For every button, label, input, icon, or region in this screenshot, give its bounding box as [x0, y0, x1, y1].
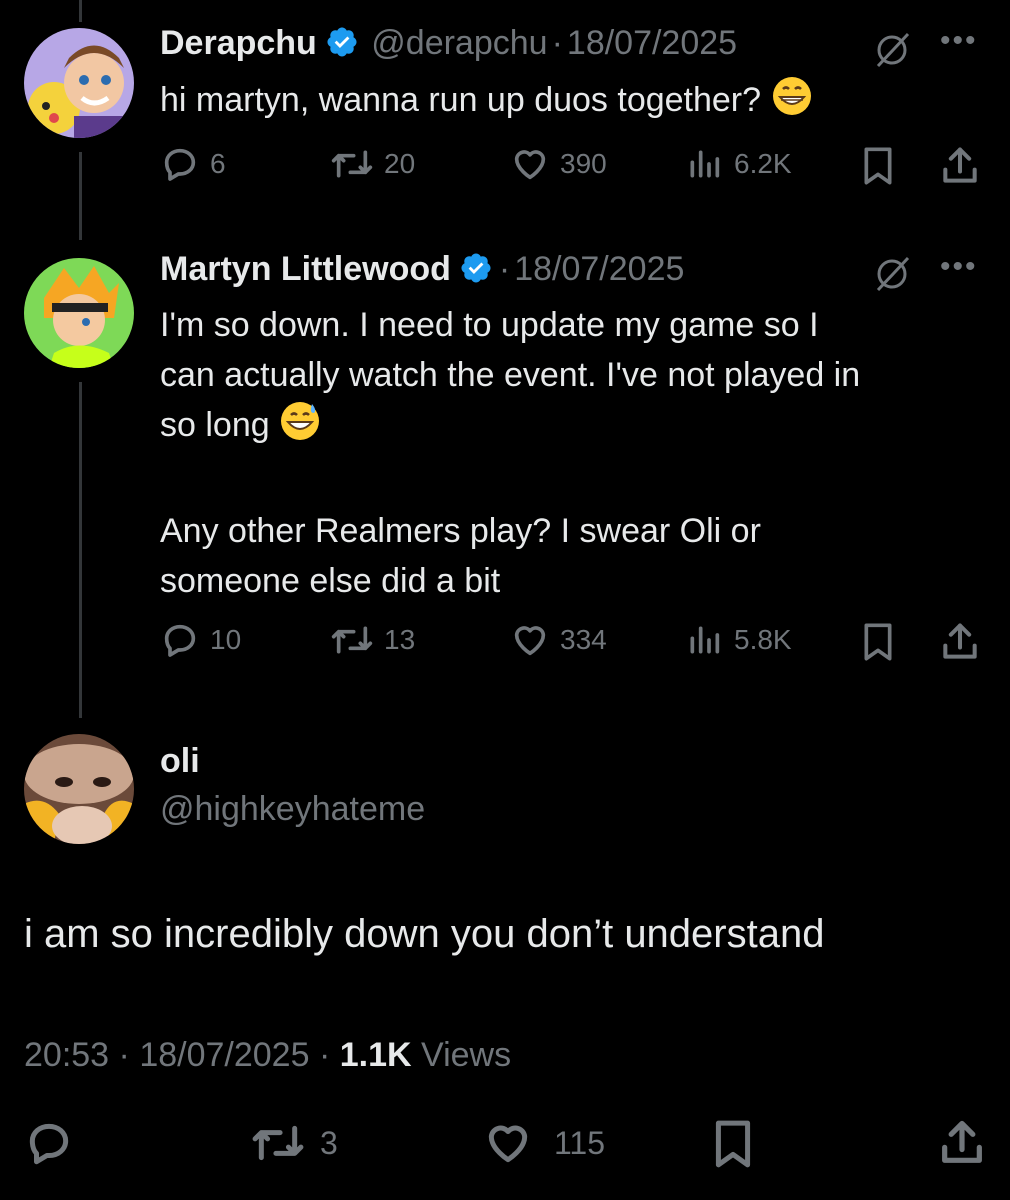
main-tweet-text: i am so incredibly down you don’t unders…	[24, 912, 825, 956]
bookmark-icon	[864, 623, 892, 661]
retweet-button[interactable]: 13	[330, 620, 415, 660]
views-count: 6.2K	[734, 148, 792, 179]
views-button[interactable]: 5.8K	[684, 620, 792, 660]
views-count: 5.8K	[734, 624, 792, 655]
grok-icon[interactable]	[872, 254, 912, 294]
like-count: 334	[560, 624, 607, 655]
reply-icon	[29, 1123, 69, 1165]
tweet-text: hi martyn, wanna run up duos together?	[160, 81, 762, 119]
like-button[interactable]: 115	[482, 1118, 605, 1168]
share-icon	[943, 623, 977, 659]
views-icon	[690, 150, 720, 178]
retweet-button[interactable]: 3	[250, 1118, 338, 1168]
verified-badge-icon	[461, 253, 491, 283]
author-name[interactable]: Derapchu	[160, 24, 317, 62]
heart-icon	[514, 626, 546, 656]
like-count: 115	[554, 1124, 606, 1161]
heart-icon	[514, 150, 546, 180]
tweet-text-line: can actually watch the event. I've not p…	[160, 356, 861, 394]
reply-button[interactable]: 10	[160, 620, 241, 660]
tweet-time[interactable]: 20:53	[24, 1036, 109, 1074]
retweet-button[interactable]: 20	[330, 144, 415, 184]
author-handle[interactable]: @derapchu	[371, 24, 547, 62]
share-icon	[943, 147, 977, 183]
tweet-2-header: Martyn Littlewood · 18/07/2025	[160, 250, 684, 289]
separator: ·	[118, 1036, 130, 1074]
tweet-date[interactable]: 18/07/2025	[139, 1036, 309, 1074]
like-count: 390	[560, 148, 607, 179]
tweet-text-line: I'm so down. I need to update my game so…	[160, 306, 819, 344]
share-button[interactable]	[938, 144, 982, 188]
share-button[interactable]	[938, 620, 982, 664]
bookmark-button[interactable]	[708, 1116, 758, 1172]
separator: ·	[318, 1036, 331, 1074]
more-options-icon[interactable]: •••	[940, 250, 978, 284]
retweet-count: 3	[320, 1124, 338, 1161]
tweet-date[interactable]: 18/07/2025	[567, 24, 737, 62]
avatar-derapchu[interactable]	[24, 28, 134, 138]
avatar-martyn[interactable]	[24, 258, 134, 368]
tweet-text-line: someone else did a bit	[160, 562, 501, 600]
main-tweet-meta: 20:53 · 18/07/2025 · 1.1K Views	[24, 1036, 511, 1075]
verified-badge-icon	[327, 27, 357, 57]
retweet-count: 13	[384, 624, 416, 655]
views-button[interactable]: 6.2K	[684, 144, 792, 184]
reply-count: 6	[210, 148, 226, 179]
author-name[interactable]: Martyn Littlewood	[160, 250, 451, 288]
main-author-handle[interactable]: @highkeyhateme	[160, 790, 425, 829]
retweet-icon	[252, 1125, 304, 1161]
bookmark-button[interactable]	[858, 144, 898, 188]
tweet-1-text: hi martyn, wanna run up duos together?	[160, 75, 813, 131]
sweat-smile-emoji	[279, 400, 321, 456]
views-label: Views	[421, 1036, 512, 1074]
like-button[interactable]: 390	[510, 144, 607, 184]
retweet-icon	[331, 150, 373, 178]
thread-line-2	[79, 382, 82, 718]
bookmark-icon	[715, 1120, 751, 1168]
views-count[interactable]: 1.1K	[340, 1036, 412, 1074]
tweet-text-line: Any other Realmers play? I swear Oli or	[160, 512, 761, 550]
bookmark-icon	[864, 147, 892, 185]
bookmark-button[interactable]	[858, 620, 898, 664]
main-author-name[interactable]: oli	[160, 742, 200, 781]
separator: ·	[498, 250, 511, 288]
avatar-oli[interactable]	[24, 734, 134, 844]
reply-icon	[164, 148, 196, 181]
tweet-date[interactable]: 18/07/2025	[514, 250, 684, 288]
tweet-2-text: I'm so down. I need to update my game so…	[160, 300, 860, 606]
retweet-count: 20	[384, 148, 416, 179]
share-icon	[942, 1120, 982, 1163]
like-button[interactable]: 334	[510, 620, 607, 660]
thread-line-1	[79, 152, 82, 240]
reply-button[interactable]: 6	[160, 144, 226, 184]
grok-icon[interactable]	[872, 30, 912, 70]
heart-icon	[488, 1125, 528, 1163]
more-options-icon[interactable]: •••	[940, 24, 978, 58]
reply-count: 10	[210, 624, 242, 655]
tweet-1-header: Derapchu @derapchu · 18/07/2025	[160, 24, 737, 63]
grin-emoji	[771, 75, 813, 131]
thread-line-top	[79, 0, 82, 22]
share-button[interactable]	[936, 1116, 988, 1170]
tweet-text-line: so long	[160, 406, 270, 444]
views-icon	[690, 626, 720, 654]
reply-icon	[164, 624, 196, 657]
separator: ·	[551, 24, 563, 62]
reply-button[interactable]	[24, 1118, 74, 1168]
retweet-icon	[331, 626, 373, 654]
